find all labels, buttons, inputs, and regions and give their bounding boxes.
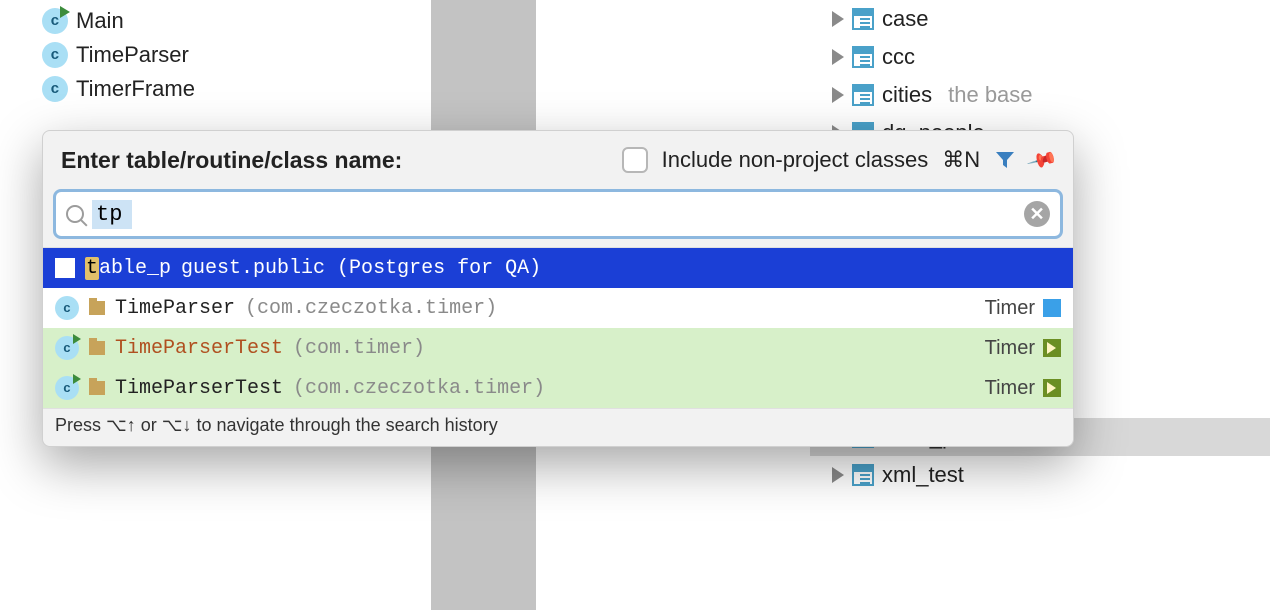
project-tree: Main TimeParser TimerFrame — [42, 4, 195, 106]
class-icon: c — [55, 296, 79, 320]
tree-item[interactable]: Main — [42, 4, 195, 38]
class-icon: c — [55, 336, 79, 360]
db-tree-item[interactable]: ccc — [810, 38, 1270, 76]
shortcut-label: ⌘N — [942, 147, 980, 173]
result-right: Timer — [985, 297, 1061, 320]
expand-icon[interactable] — [832, 467, 844, 483]
package-icon — [89, 341, 105, 355]
result-right: Timer — [985, 337, 1061, 360]
class-icon: c — [55, 376, 79, 400]
tree-item[interactable]: TimerFrame — [42, 72, 195, 106]
tree-item[interactable]: TimeParser — [42, 38, 195, 72]
result-source-label: Timer — [985, 337, 1035, 360]
package-icon — [89, 381, 105, 395]
result-source-label: Timer — [985, 297, 1035, 320]
result-row[interactable]: c TimeParser (com.czeczotka.timer) Timer — [43, 288, 1073, 328]
db-tree-item[interactable]: case — [810, 0, 1270, 38]
search-icon — [66, 205, 84, 223]
goto-class-popup: Enter table/routine/class name: Include … — [42, 130, 1074, 447]
result-row[interactable]: c TimeParserTest (com.timer) Timer — [43, 328, 1073, 368]
expand-icon[interactable] — [832, 11, 844, 27]
search-field[interactable]: ✕ — [53, 189, 1063, 239]
db-item-label: xml_test — [882, 462, 964, 488]
filter-icon[interactable] — [994, 151, 1016, 169]
db-item-comment: the base — [948, 82, 1032, 108]
result-name: table_p — [85, 257, 171, 280]
table-icon — [852, 8, 874, 30]
tree-item-label: Main — [76, 8, 124, 34]
tree-item-label: TimeParser — [76, 42, 189, 68]
results-list: table_p guest.public (Postgres for QA) c T… — [43, 247, 1073, 408]
db-item-label: ccc — [882, 44, 915, 70]
popup-footer-hint: Press ⌥↑ or ⌥↓ to navigate through the s… — [43, 408, 1073, 446]
result-location: guest.public (Postgres for QA) — [181, 257, 541, 280]
result-location: (com.timer) — [293, 337, 425, 360]
popup-header: Enter table/routine/class name: Include … — [43, 131, 1073, 189]
include-nonproject-label: Include non-project classes — [662, 147, 929, 173]
table-icon — [852, 46, 874, 68]
source-root-icon — [1043, 339, 1061, 357]
popup-title: Enter table/routine/class name: — [61, 147, 402, 174]
table-icon — [852, 84, 874, 106]
db-item-label: case — [882, 6, 928, 32]
expand-icon[interactable] — [832, 49, 844, 65]
clear-icon[interactable]: ✕ — [1024, 201, 1050, 227]
result-name: TimeParserTest — [115, 337, 283, 360]
search-input[interactable] — [92, 200, 132, 229]
include-nonproject-checkbox[interactable] — [622, 147, 648, 173]
table-icon — [55, 258, 75, 278]
package-icon — [89, 301, 105, 315]
class-icon — [42, 76, 68, 102]
result-row[interactable]: c TimeParserTest (com.czeczotka.timer) Tim… — [43, 368, 1073, 408]
result-name: TimeParser — [115, 297, 235, 320]
db-item-label: cities — [882, 82, 932, 108]
result-location: (com.czeczotka.timer) — [293, 377, 545, 400]
expand-icon[interactable] — [832, 87, 844, 103]
tree-item-label: TimerFrame — [76, 76, 195, 102]
result-name: TimeParserTest — [115, 377, 283, 400]
table-icon — [852, 464, 874, 486]
source-root-icon — [1043, 379, 1061, 397]
result-source-label: Timer — [985, 377, 1035, 400]
result-right: Timer — [985, 377, 1061, 400]
class-icon — [42, 8, 68, 34]
db-tree-item[interactable]: xml_test — [810, 456, 1270, 494]
source-root-icon — [1043, 299, 1061, 317]
db-tree-item[interactable]: cities the base — [810, 76, 1270, 114]
result-location: (com.czeczotka.timer) — [245, 297, 497, 320]
result-row[interactable]: table_p guest.public (Postgres for QA) — [43, 248, 1073, 288]
pin-icon[interactable]: 📌 — [1026, 143, 1060, 177]
class-icon — [42, 42, 68, 68]
